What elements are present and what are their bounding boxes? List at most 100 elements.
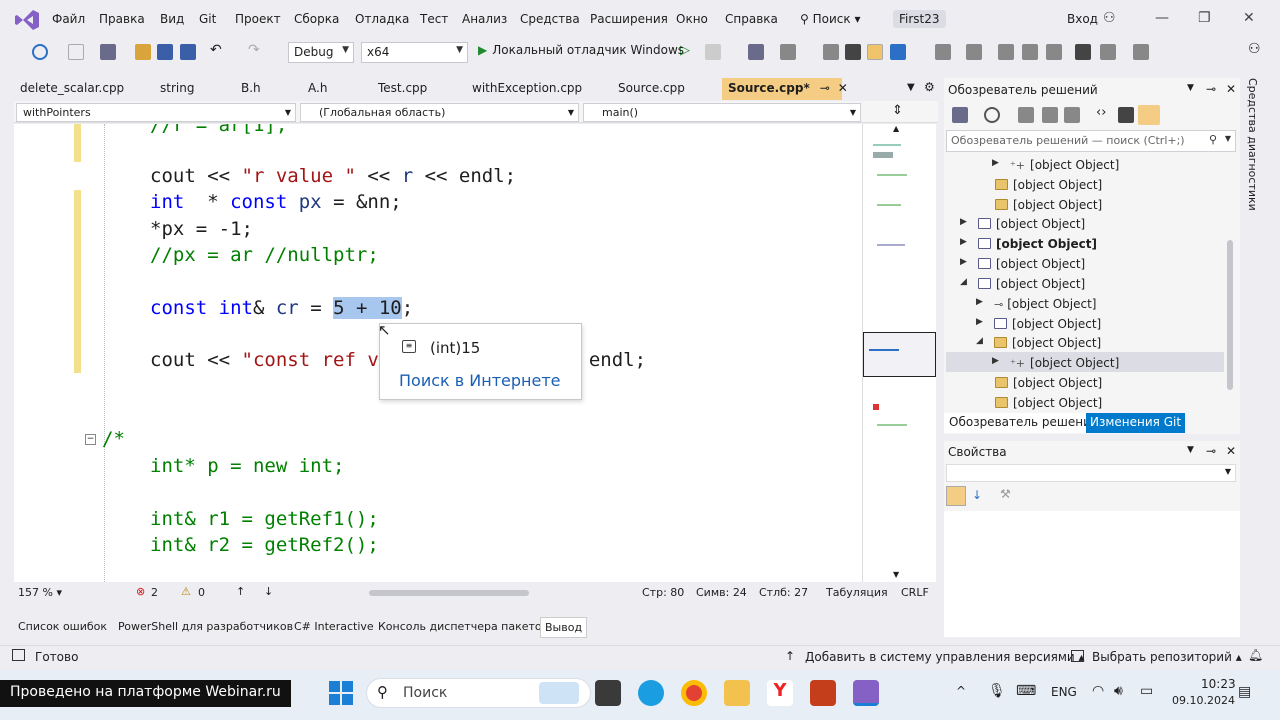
object-select[interactable]: ▼ bbox=[946, 464, 1236, 482]
error-icon[interactable]: ⊗ bbox=[136, 585, 145, 598]
tab-list-dropdown-icon[interactable]: ▼ bbox=[907, 82, 915, 93]
powerpoint-icon[interactable] bbox=[810, 680, 836, 706]
keyboard-icon[interactable]: ⌨ bbox=[1016, 683, 1036, 699]
taskbar-search[interactable]: ⚲ Поиск bbox=[366, 678, 591, 708]
error-count[interactable]: 2 bbox=[151, 586, 158, 599]
web-search-link[interactable]: Поиск в Интернете bbox=[399, 371, 561, 390]
project-select[interactable]: withPointers ▼ bbox=[16, 103, 296, 122]
warning-count[interactable]: 0 bbox=[198, 586, 205, 599]
collapse-icon[interactable]: − bbox=[85, 434, 96, 445]
breakpoints-icon[interactable] bbox=[823, 44, 839, 60]
tab-powershell[interactable]: PowerShell для разработчиков bbox=[114, 617, 297, 638]
show-all-files-icon[interactable] bbox=[1064, 107, 1080, 123]
horizontal-scrollbar[interactable] bbox=[369, 590, 529, 596]
pending-changes-icon[interactable] bbox=[1018, 107, 1034, 123]
tab-error-list[interactable]: Список ошибок bbox=[14, 617, 111, 638]
pin-icon[interactable]: ⊸ bbox=[820, 81, 830, 95]
tree-item-header-files[interactable]: [object Object] bbox=[995, 178, 1102, 192]
refresh-icon[interactable] bbox=[705, 44, 721, 60]
scope-select[interactable]: (Глобальная область) ▼ bbox=[300, 103, 579, 122]
indent-icon[interactable] bbox=[1022, 44, 1038, 60]
forward-icon[interactable] bbox=[68, 44, 84, 60]
tab-package-manager[interactable]: Консоль диспетчера пакетов bbox=[374, 617, 552, 638]
wifi-icon[interactable]: ◠ bbox=[1092, 683, 1104, 699]
menu-tools[interactable]: Средства bbox=[520, 12, 580, 26]
undo-icon[interactable]: ↶ bbox=[210, 42, 226, 58]
collapse-all-icon[interactable] bbox=[1042, 107, 1058, 123]
settings-gear-icon[interactable]: ⚙ bbox=[924, 80, 935, 94]
tray-overflow-icon[interactable]: ^ bbox=[956, 684, 966, 698]
save-all-icon[interactable] bbox=[180, 44, 196, 60]
open-folder-icon[interactable] bbox=[135, 44, 151, 60]
add-to-source-control-button[interactable]: Добавить в систему управления версиями ▴ bbox=[805, 650, 1085, 664]
file-explorer-icon[interactable] bbox=[724, 680, 750, 706]
tree-item-source-cpp-selected[interactable]: ▶ ⁺+ [object Object] bbox=[992, 356, 1119, 370]
alphabetical-icon[interactable]: ↓ bbox=[972, 488, 982, 502]
input-language[interactable]: ENG bbox=[1051, 685, 1077, 699]
menu-extensions[interactable]: Расширения bbox=[590, 12, 668, 26]
volume-icon[interactable]: 🔊︎ bbox=[1114, 683, 1123, 699]
close-panel-icon[interactable]: ✕ bbox=[1226, 444, 1236, 458]
menu-debug[interactable]: Отладка bbox=[355, 12, 409, 26]
down-arrow-icon[interactable]: ↓ bbox=[264, 585, 273, 598]
menu-test[interactable]: Тест bbox=[420, 12, 448, 26]
solution-search-input[interactable]: Обозреватель решений — поиск (Ctrl+;) ⚲ ▼ bbox=[946, 130, 1236, 152]
bookmarks-nav-icon[interactable] bbox=[1100, 44, 1116, 60]
tree-item-header-files-2[interactable]: [object Object] bbox=[995, 376, 1102, 390]
uncomment-icon[interactable] bbox=[998, 44, 1014, 60]
yandex-browser-icon[interactable]: Y bbox=[767, 680, 793, 706]
step-out-icon[interactable] bbox=[890, 44, 906, 60]
hot-reload-icon[interactable] bbox=[845, 44, 861, 60]
chrome-icon[interactable] bbox=[681, 680, 707, 706]
menu-project[interactable]: Проект bbox=[235, 12, 281, 26]
tree-item-resource-files-2[interactable]: [object Object] bbox=[995, 396, 1102, 410]
microphone-icon[interactable]: 🎙︎ bbox=[988, 683, 1006, 699]
clock-time[interactable]: 10:23 bbox=[1201, 677, 1236, 691]
more-tools-icon[interactable] bbox=[1133, 44, 1149, 60]
start-debugging-button[interactable]: ▶ Локальный отладчик Windows bbox=[478, 43, 684, 57]
panel-menu-icon[interactable]: ▼ bbox=[1187, 445, 1194, 455]
categorized-icon[interactable] bbox=[946, 486, 966, 506]
notifications-bell-icon[interactable]: 🔔︎ bbox=[1248, 648, 1263, 662]
browser-icon[interactable] bbox=[748, 44, 764, 60]
menu-analyze[interactable]: Анализ bbox=[462, 12, 507, 26]
zoom-select[interactable]: 157 % ▾ bbox=[18, 586, 62, 599]
member-select[interactable]: main() ▼ bbox=[583, 103, 861, 122]
save-icon[interactable] bbox=[157, 44, 173, 60]
tab-csharp-interactive[interactable]: C# Interactive bbox=[290, 617, 378, 638]
menu-window[interactable]: Окно bbox=[676, 12, 708, 26]
tab-output[interactable]: Вывод bbox=[540, 617, 588, 638]
layout-icon[interactable] bbox=[780, 44, 796, 60]
back-icon[interactable] bbox=[32, 44, 48, 60]
visual-studio-logo-icon[interactable] bbox=[14, 9, 40, 31]
tree-item-withpointers[interactable]: ◢ [object Object] bbox=[960, 277, 1085, 291]
tab-source-cpp[interactable]: Source.cpp bbox=[612, 78, 691, 100]
tab-a-h[interactable]: A.h bbox=[302, 78, 333, 100]
bookmark-icon[interactable] bbox=[1075, 44, 1091, 60]
code-view-icon[interactable]: ‹› bbox=[1096, 105, 1112, 121]
menu-view[interactable]: Вид bbox=[160, 12, 184, 26]
tab-string[interactable]: string bbox=[154, 78, 200, 100]
account-icon[interactable]: ⚇ bbox=[1103, 10, 1116, 26]
tab-source-cpp-active[interactable]: Source.cpp* ⊸ ✕ bbox=[722, 78, 848, 100]
tree-item-withcopy[interactable]: ▶ [object Object] bbox=[960, 237, 1097, 251]
outdent-icon[interactable] bbox=[1046, 44, 1062, 60]
live-share-icon[interactable]: ⚇ bbox=[1248, 41, 1264, 57]
scroll-down-icon[interactable]: ▼ bbox=[893, 570, 899, 579]
tree-item-external-deps[interactable]: ▶ [object Object] bbox=[976, 317, 1101, 331]
tab-solution-explorer[interactable]: Обозреватель решений bbox=[944, 413, 1104, 433]
split-editor-icon[interactable]: ⇕ bbox=[892, 103, 903, 118]
search-button[interactable]: ⚲ Поиск ▾ bbox=[800, 12, 860, 26]
format-icon[interactable] bbox=[935, 44, 951, 60]
select-repository-button[interactable]: Выбрать репозиторий ▴ bbox=[1092, 650, 1242, 664]
redo-icon[interactable]: ↷ bbox=[248, 42, 264, 58]
tree-item-withclassref[interactable]: ▶ [object Object] bbox=[960, 217, 1085, 231]
diagnostics-side-tab[interactable]: Средства диагностики bbox=[1244, 78, 1262, 211]
comment-icon[interactable] bbox=[966, 44, 982, 60]
configuration-select[interactable]: Debug ▼ bbox=[288, 42, 354, 63]
tree-item-source-files[interactable]: ◢ [object Object] bbox=[976, 336, 1101, 350]
tab-git-changes[interactable]: Изменения Git bbox=[1086, 413, 1186, 433]
panel-menu-icon[interactable]: ▼ bbox=[1187, 83, 1194, 93]
maximize-icon[interactable]: ❐ bbox=[1198, 10, 1211, 26]
windows-start-icon[interactable] bbox=[328, 680, 354, 706]
